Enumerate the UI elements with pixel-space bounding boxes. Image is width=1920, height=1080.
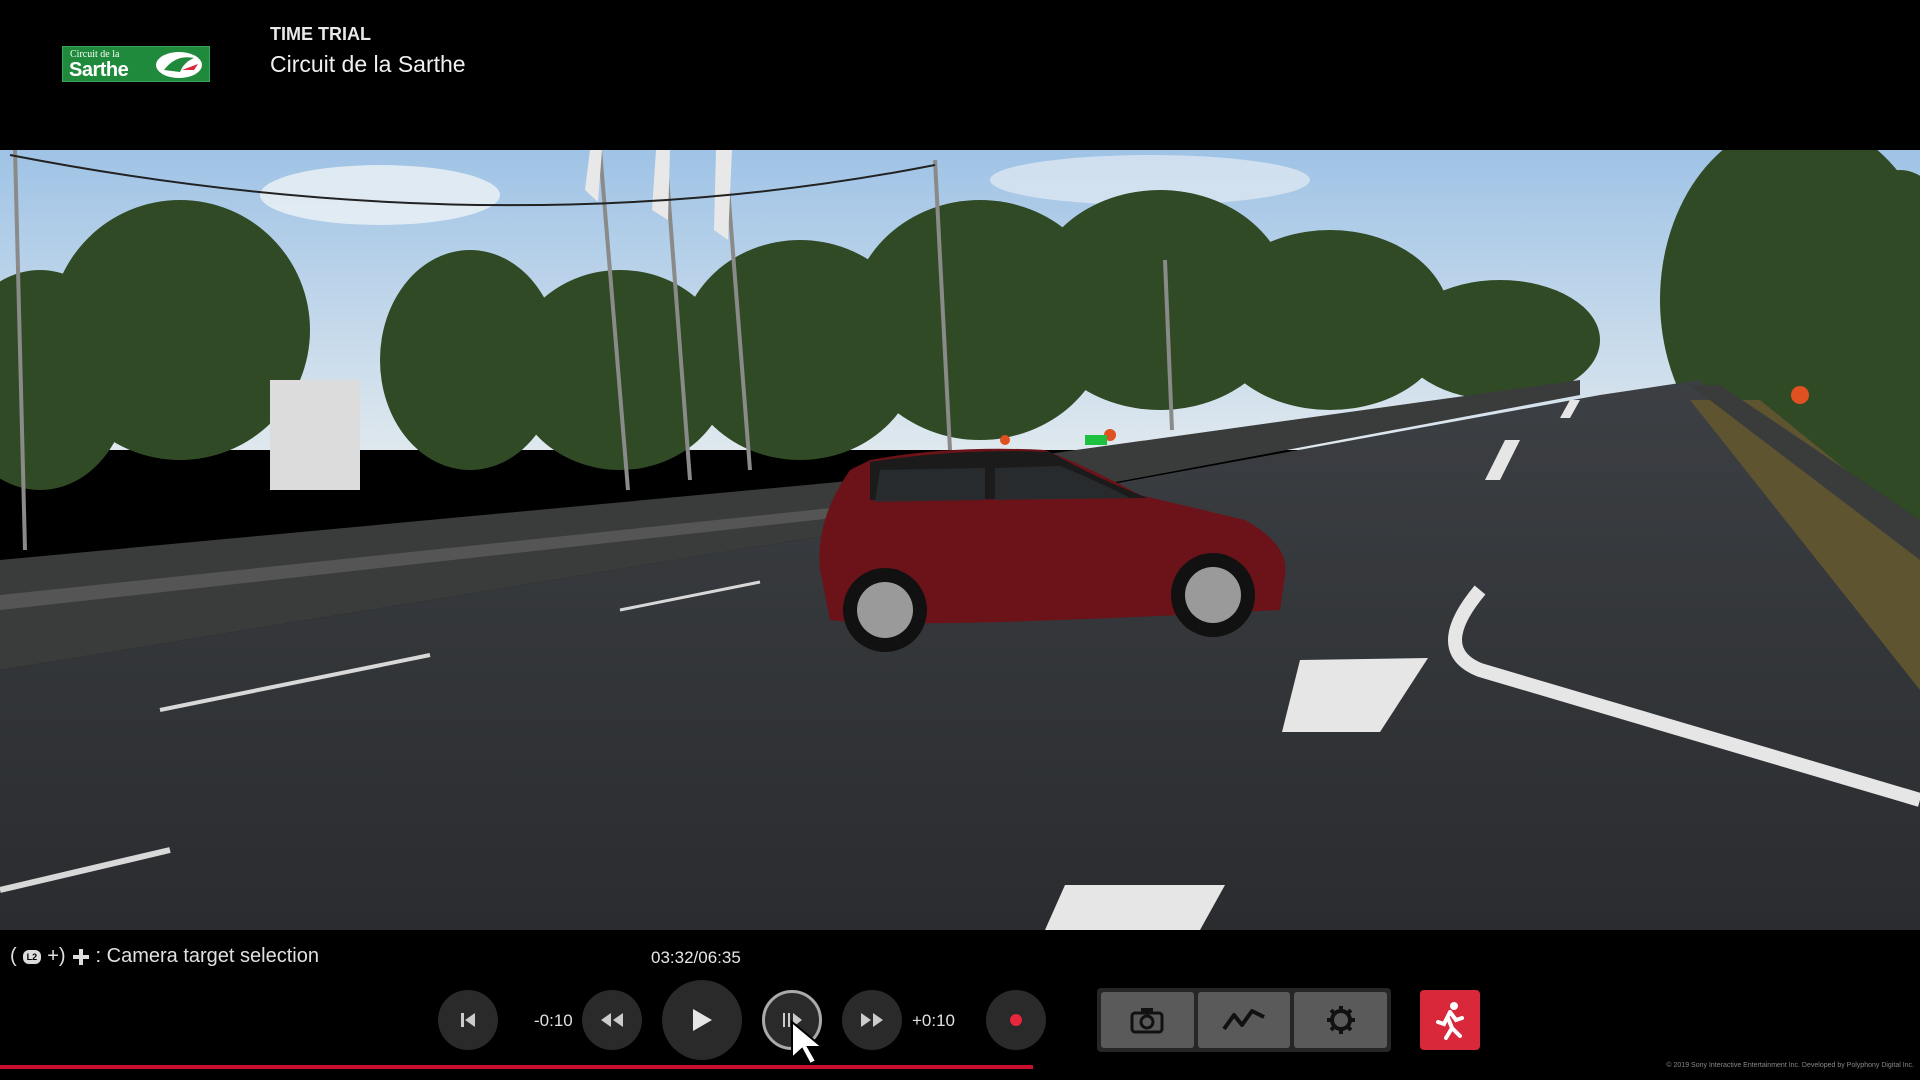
skip-to-start-icon <box>461 1013 475 1027</box>
play-icon <box>693 1009 712 1031</box>
track-logo: Circuit de la Sarthe <box>62 46 210 82</box>
record-icon <box>1010 1014 1022 1026</box>
telemetry-icon <box>1222 1009 1265 1031</box>
replay-scene <box>0 150 1920 930</box>
logo-emblem-icon <box>156 52 202 78</box>
tool-group <box>1097 988 1391 1052</box>
exit-button[interactable] <box>1420 990 1480 1050</box>
fast-forward-icon <box>861 1013 883 1027</box>
playback-time: 03:32/06:35 <box>651 948 741 967</box>
header-bar: Circuit de la Sarthe TIME TRIAL Circuit … <box>0 0 1920 150</box>
camera-hint: ( L2 +) : Camera target selection <box>10 945 319 968</box>
rewind-button[interactable] <box>582 990 642 1050</box>
rewind-10-label: -0:10 <box>534 1011 573 1030</box>
telemetry-button[interactable] <box>1197 992 1291 1048</box>
hint-plus: +) <box>47 945 66 967</box>
replay-progress-bar[interactable] <box>0 1065 1033 1069</box>
camera-icon <box>1130 1008 1164 1034</box>
exit-runner-icon <box>1436 1002 1464 1040</box>
l2-button-icon: L2 <box>22 949 42 964</box>
hint-open-paren: ( <box>10 945 17 967</box>
gear-icon <box>1326 1006 1355 1034</box>
cursor-icon <box>791 1020 825 1066</box>
fast-forward-button[interactable] <box>842 990 902 1050</box>
dpad-icon <box>72 948 89 965</box>
skip-to-start-button[interactable] <box>438 990 498 1050</box>
copyright-text: © 2019 Sony Interactive Entertainment In… <box>1666 1062 1914 1069</box>
record-button[interactable] <box>986 990 1046 1050</box>
hint-text: : Camera target selection <box>95 945 319 967</box>
track-name: Circuit de la Sarthe <box>270 51 466 77</box>
white-building <box>270 380 360 490</box>
forward-10-label: +0:10 <box>912 1011 956 1030</box>
settings-button[interactable] <box>1294 992 1388 1048</box>
logo-big-text: Sarthe <box>69 59 129 81</box>
mode-label: TIME TRIAL <box>270 24 371 44</box>
replay-viewport[interactable] <box>0 150 1920 930</box>
play-button[interactable] <box>662 980 742 1060</box>
rewind-icon <box>601 1013 623 1027</box>
photo-mode-button[interactable] <box>1101 992 1194 1048</box>
